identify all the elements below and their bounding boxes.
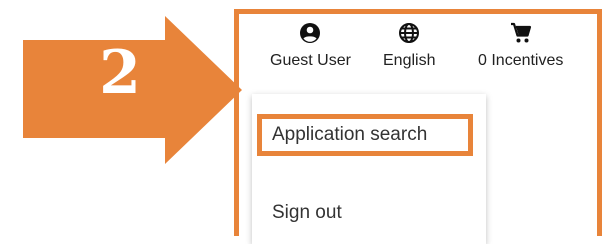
account-circle-icon: [298, 20, 322, 46]
cart-button[interactable]: 0 Incentives: [478, 20, 563, 70]
language-selector[interactable]: English: [383, 20, 435, 70]
shopping-cart-icon: [509, 20, 533, 46]
menu-item-label: Sign out: [272, 202, 342, 223]
cart-label: 0 Incentives: [478, 52, 564, 69]
user-menu[interactable]: Guest User: [270, 20, 351, 70]
globe-icon: [397, 20, 421, 46]
step-number: 2: [99, 38, 141, 108]
menu-item-label: Application search: [272, 124, 428, 145]
menu-item-application-search[interactable]: Application search: [257, 114, 473, 156]
user-dropdown-menu: Application search Sign out: [252, 94, 486, 244]
language-label: English: [383, 52, 436, 69]
menu-item-sign-out[interactable]: Sign out: [252, 189, 486, 237]
user-label: Guest User: [270, 52, 351, 69]
